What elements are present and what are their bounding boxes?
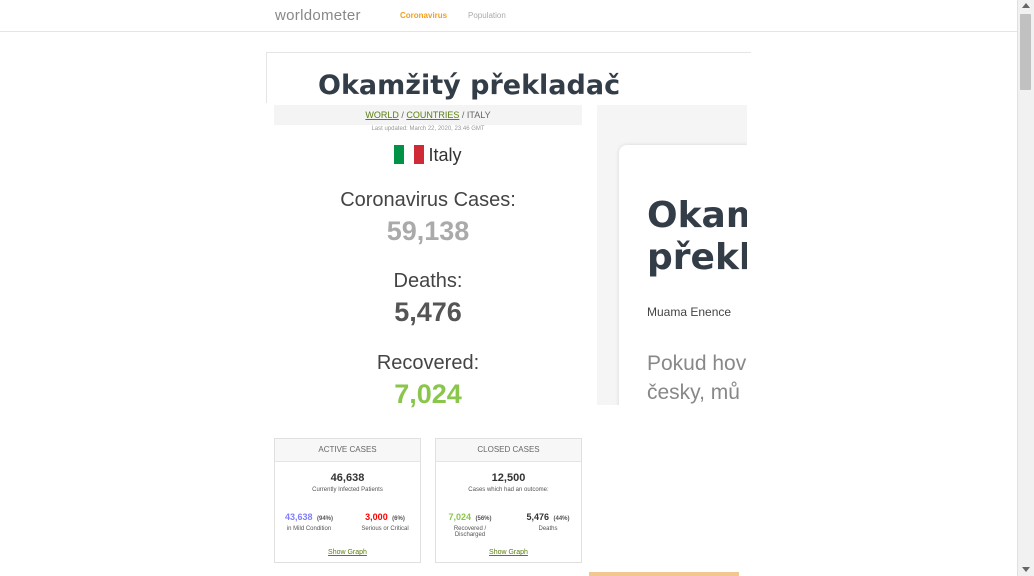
flag-stripe-green (394, 144, 405, 164)
closed-cases-header: CLOSED CASES (436, 439, 581, 462)
mild-value: 43,638 (285, 512, 313, 522)
ad-card-text-line2: česky, mů (647, 381, 740, 404)
active-cases-header: ACTIVE CASES (275, 439, 420, 462)
nav-link-coronavirus[interactable]: Coronavirus (400, 11, 447, 20)
closed-deaths-cell: 5,476 (44%) Deaths (518, 507, 578, 532)
mild-label: in Mild Condition (286, 526, 332, 532)
ad-card-author: Muama Enence (647, 305, 732, 319)
nav-link-population[interactable]: Population (468, 11, 506, 20)
ad-card[interactable]: Okampřekla Muama Enence Pokud hov česky, … (619, 145, 747, 405)
breadcrumb-countries-link[interactable]: COUNTRIES (406, 110, 459, 120)
flag-stripe-white (404, 144, 415, 164)
ad-banner-top[interactable]: Okamžitý překladač (266, 52, 751, 103)
ad-banner-right[interactable]: Okampřekla Muama Enence Pokud hov česky, … (597, 105, 747, 405)
closed-show-graph-link[interactable]: Show Graph (436, 549, 581, 556)
mild-condition-cell: 43,638 (94%) in Mild Condition (279, 507, 339, 532)
closed-cases-subtitle: Cases which had an outcome: (468, 487, 549, 493)
deaths-label: Deaths: (393, 270, 463, 292)
top-navbar: worldometer Coronavirus Population (0, 0, 1018, 32)
scroll-up-arrow-icon[interactable] (1022, 3, 1030, 8)
vertical-scrollbar[interactable] (1017, 0, 1034, 576)
closed-deaths-percent: (44%) (553, 516, 570, 522)
flag-stripe-red (414, 144, 425, 164)
breadcrumb-world-link[interactable]: WORLD (365, 110, 399, 120)
closed-cases-panel: CLOSED CASES 12,500 Cases which had an o… (435, 438, 582, 563)
closed-recovered-label: Recovered / Discharged (453, 526, 487, 538)
country-name: Italy (428, 145, 462, 165)
active-cases-panel: ACTIVE CASES 46,638 Currently Infected P… (274, 438, 421, 563)
active-cases-subtitle: Currently Infected Patients (312, 487, 383, 493)
italy-flag-icon (394, 144, 425, 164)
closed-recovered-percent: (56%) (475, 516, 492, 522)
closed-deaths-label: Deaths (538, 526, 558, 532)
cases-label: Coronavirus Cases: (340, 189, 516, 211)
breadcrumb-current: ITALY (466, 110, 491, 120)
ad-card-title-line1: Okam (647, 195, 747, 236)
serious-condition-cell: 3,000 (6%) Serious or Critical (355, 507, 415, 532)
ad-card-title[interactable]: Okampřekla (647, 195, 747, 279)
active-show-graph-link[interactable]: Show Graph (275, 549, 420, 556)
ad-card-title-line2: překla (647, 237, 747, 278)
cases-value: 59,138 (386, 216, 470, 246)
scrollbar-thumb[interactable] (1020, 14, 1031, 90)
recovered-discharged-cell: 7,024 (56%) Recovered / Discharged (440, 507, 500, 538)
ad-banner-title[interactable]: Okamžitý překladač (318, 70, 620, 101)
ad-card-text: Pokud hov česky, mů (647, 349, 746, 405)
serious-label: Serious or Critical (361, 526, 409, 532)
scroll-down-arrow-icon[interactable] (1022, 567, 1030, 572)
closed-deaths-value: 5,476 (526, 512, 550, 522)
mild-percent: (94%) (316, 516, 333, 522)
country-heading: Italy (274, 144, 582, 166)
serious-percent: (6%) (392, 516, 405, 522)
breadcrumb-separator: / (459, 110, 467, 120)
recovered-label: Recovered: (376, 352, 480, 374)
closed-recovered-value: 7,024 (448, 512, 472, 522)
closed-cases-total: 12,500 (491, 472, 526, 484)
last-updated-text: Last updated: March 22, 2020, 23:46 GMT (371, 126, 485, 132)
serious-value: 3,000 (365, 512, 388, 522)
active-cases-total: 46,638 (330, 472, 365, 484)
ad-card-text-line1: Pokud hov (647, 352, 747, 375)
ad-bottom-strip[interactable] (589, 572, 739, 576)
deaths-value: 5,476 (394, 297, 462, 327)
breadcrumb: WORLD / COUNTRIES / ITALY (274, 105, 582, 125)
recovered-value: 7,024 (394, 379, 462, 409)
worldometer-logo[interactable]: worldometer (275, 7, 361, 24)
